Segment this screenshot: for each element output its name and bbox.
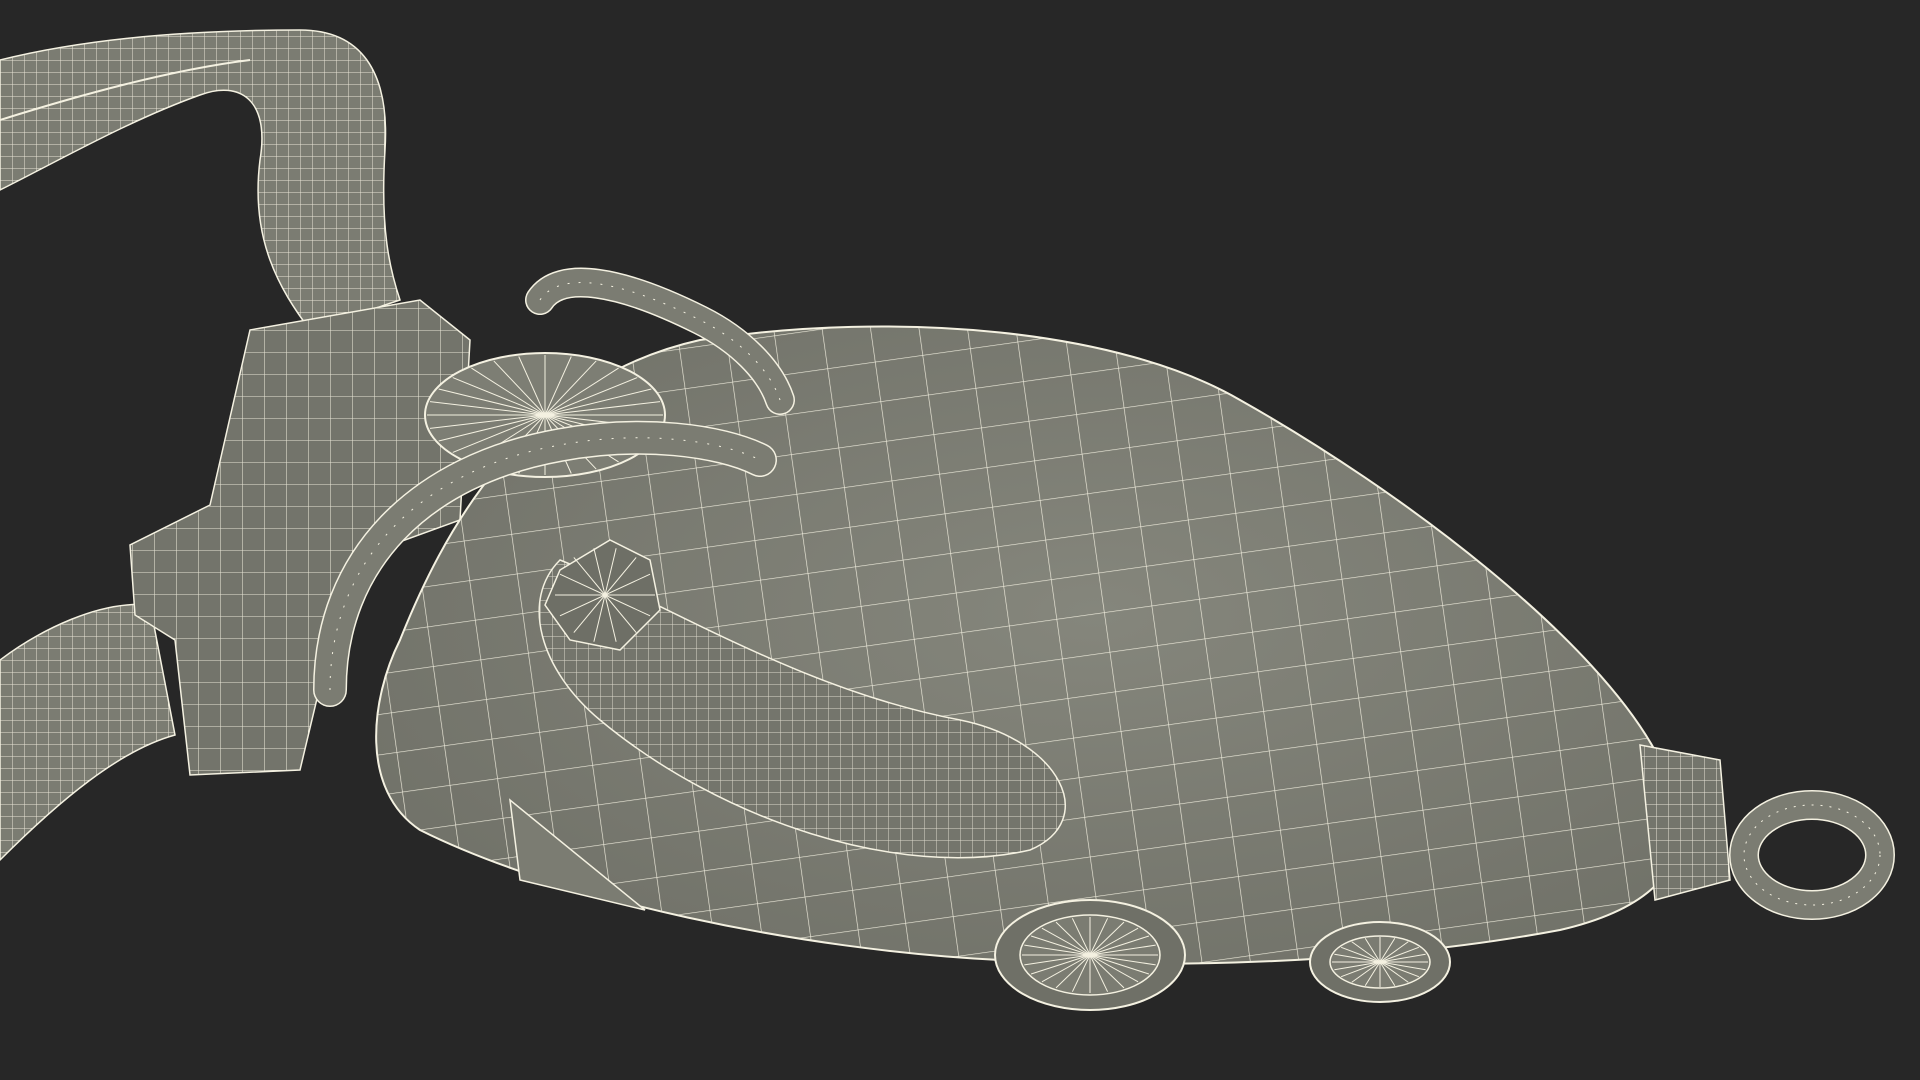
wheel-right <box>1309 921 1451 1003</box>
hose-upper <box>0 29 401 331</box>
rear-neck <box>1639 744 1731 901</box>
hanging-ring <box>1729 790 1895 920</box>
hose-lower <box>0 603 176 862</box>
wireframe-render <box>0 29 1895 1011</box>
wheel-left <box>994 899 1186 1011</box>
render-viewport <box>0 0 1920 1080</box>
